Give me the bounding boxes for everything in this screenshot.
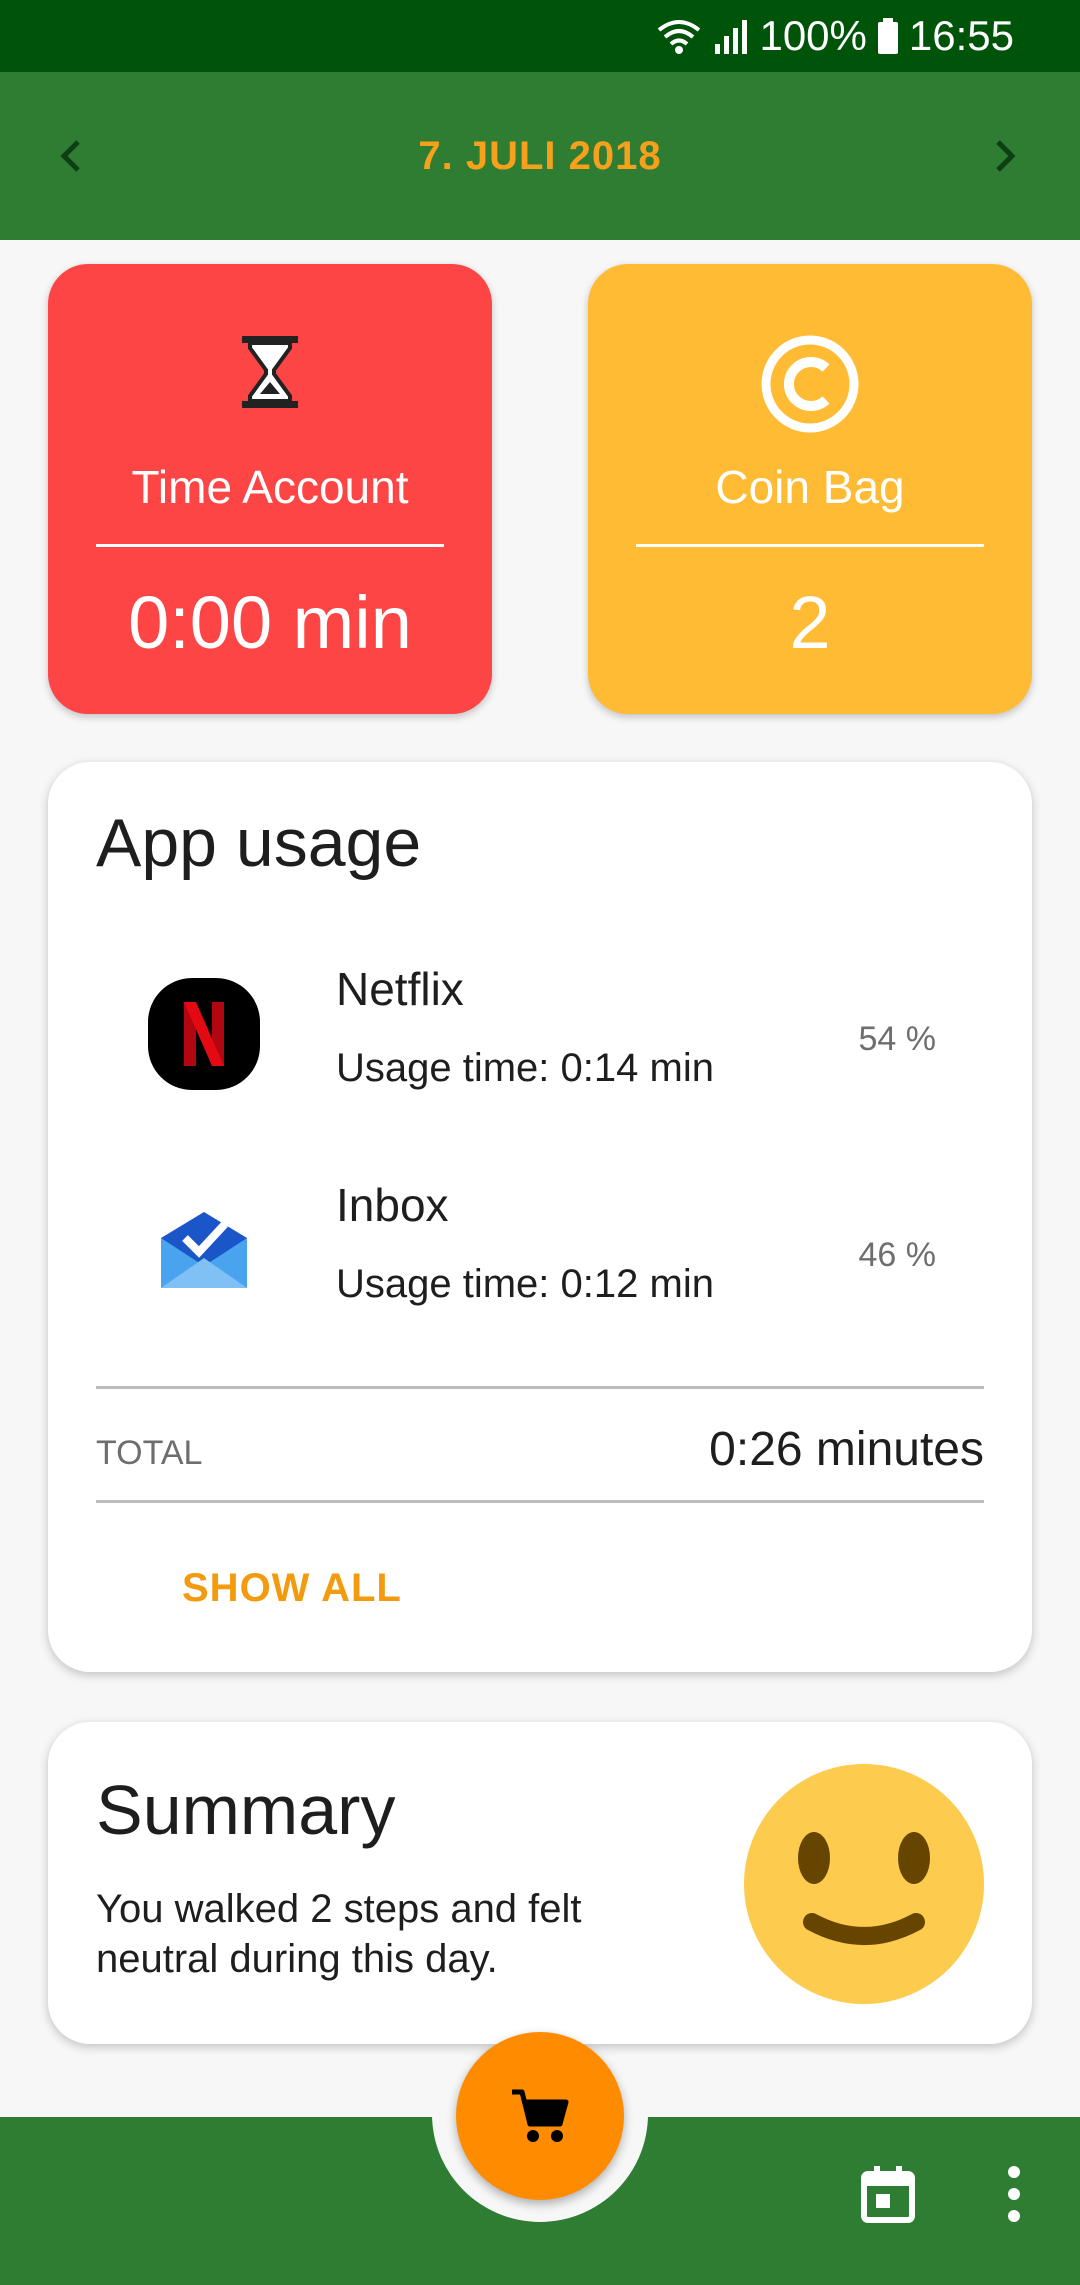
coin-bag-value: 2 [789, 581, 831, 664]
summary-text: You walked 2 steps and felt neutral duri… [96, 1887, 582, 1981]
time-account-label: Time Account [131, 461, 409, 513]
app-row-netflix[interactable]: Netflix Usage time: 0:14 min 54 % [48, 952, 1032, 1112]
coin-bag-divider [636, 544, 984, 547]
shop-fab-button[interactable] [456, 2032, 624, 2200]
coin-bag-label: Coin Bag [715, 461, 905, 513]
wifi-icon [655, 16, 703, 56]
app-name: Inbox [336, 1179, 449, 1231]
app-bar: 7. JULI 2018 [0, 72, 1080, 240]
app-usage-card: App usage Netflix Usage time: 0:14 min 5… [48, 762, 1032, 1672]
app-row-inbox[interactable]: Inbox Usage time: 0:12 min 46 % [48, 1168, 1032, 1328]
smiley-face-icon [744, 1764, 984, 2004]
hourglass-icon [48, 332, 492, 432]
time-account-value: 0:00 min [128, 581, 412, 664]
app-name: Netflix [336, 963, 464, 1015]
app-usage-time: Usage time: 0:12 min [336, 1262, 714, 1306]
summary-title: Summary [96, 1771, 396, 1849]
next-day-button[interactable] [970, 120, 1042, 192]
battery-icon [877, 16, 899, 56]
copyright-coin-icon [588, 332, 1032, 433]
time-account-divider [96, 544, 444, 547]
total-value: 0:26 minutes [709, 1423, 984, 1476]
current-date[interactable]: 7. JULI 2018 [418, 134, 661, 179]
app-usage-percent: 46 % [858, 1236, 937, 1274]
chevron-left-icon [60, 140, 80, 172]
calendar-icon [861, 2166, 915, 2223]
coin-bag-tile[interactable]: Coin Bag 2 [588, 264, 1032, 714]
calendar-button[interactable] [848, 2154, 928, 2234]
show-all-button[interactable]: SHOW ALL [182, 1566, 402, 1611]
app-usage-title: App usage [96, 805, 422, 881]
signal-icon [713, 16, 749, 56]
more-vertical-icon [1008, 2166, 1020, 2222]
status-bar: 100% 16:55 [0, 0, 1080, 72]
total-divider-bottom [96, 1500, 984, 1503]
netflix-icon [144, 974, 264, 1094]
clock: 16:55 [908, 12, 1014, 59]
shopping-cart-icon [512, 2089, 569, 2142]
time-account-tile[interactable]: Time Account 0:00 min [48, 264, 492, 714]
battery-percent: 100% [759, 12, 867, 59]
chevron-right-icon [996, 140, 1016, 172]
total-divider-top [96, 1386, 984, 1389]
previous-day-button[interactable] [34, 120, 106, 192]
more-options-button[interactable] [974, 2154, 1054, 2234]
total-label: TOTAL [96, 1434, 203, 1472]
app-usage-percent: 54 % [858, 1020, 937, 1058]
app-usage-time: Usage time: 0:14 min [336, 1046, 714, 1090]
summary-card: Summary You walked 2 steps and felt neut… [48, 1722, 1032, 2044]
inbox-icon [144, 1190, 264, 1310]
